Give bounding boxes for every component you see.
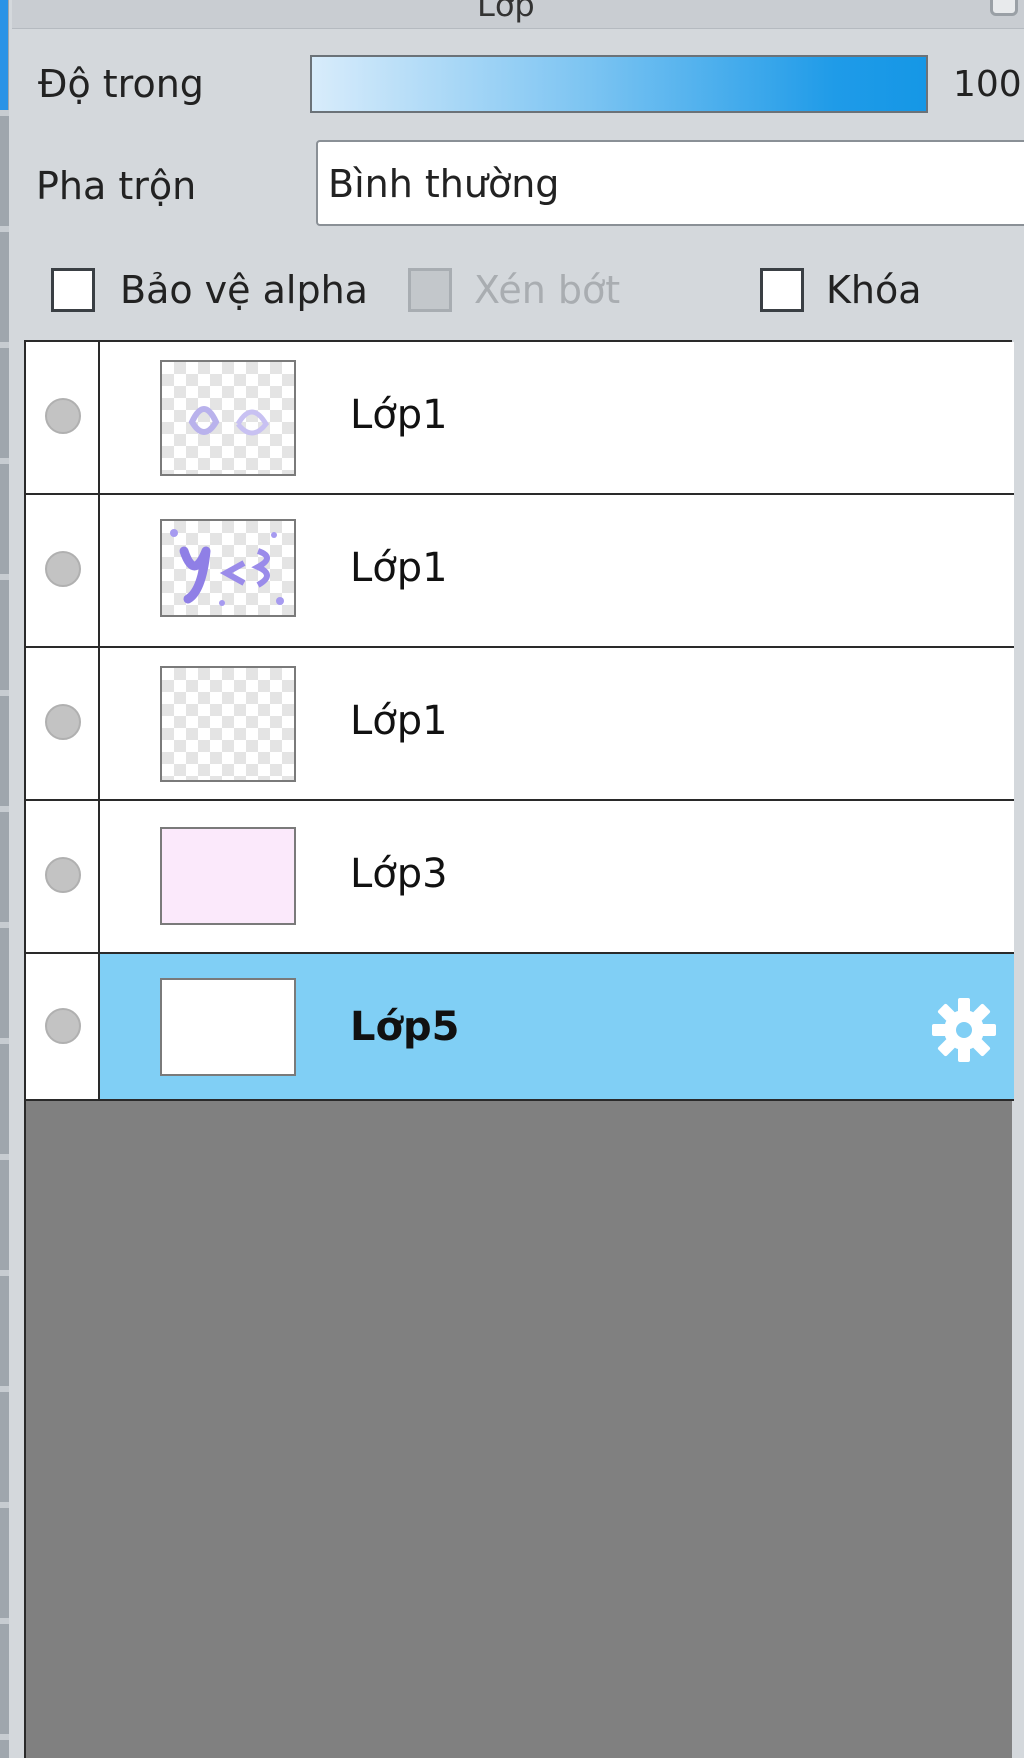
layer-thumbnail [160,519,296,617]
visibility-column[interactable] [26,954,100,1099]
panel-title-bar: Lớp [12,0,1024,29]
layer-thumbnail [160,827,296,925]
layer-thumbnail [160,978,296,1076]
layer-row-body[interactable]: Lớp1 [100,495,1014,646]
layer-name: Lớp1 [350,545,448,591]
visibility-dot-icon[interactable] [45,704,81,740]
visibility-dot-icon[interactable] [45,857,81,893]
blend-mode-select[interactable]: Bình thường [316,140,1024,226]
visibility-dot-icon[interactable] [45,1008,81,1044]
clipping-label: Xén bớt [474,268,621,312]
protect-alpha-checkbox[interactable] [51,268,95,312]
lock-checkbox[interactable] [760,268,804,312]
layer-row-selected[interactable]: Lớp5 [26,954,1014,1101]
visibility-dot-icon[interactable] [45,551,81,587]
layer-row-body[interactable]: Lớp3 [100,801,1014,952]
layer-row-body[interactable]: Lớp1 [100,342,1014,493]
layer-name: Lớp3 [350,851,448,897]
blend-mode-label: Pha trộn [36,164,197,208]
panel-menu-button[interactable] [990,0,1018,16]
visibility-column[interactable] [26,342,100,493]
visibility-column[interactable] [26,648,100,799]
layer-row[interactable]: Lớp3 [26,801,1014,954]
protect-alpha-label: Bảo vệ alpha [120,268,368,312]
layer-name: Lớp1 [350,392,448,438]
layer-row-body[interactable]: Lớp1 [100,648,1014,799]
layer-list[interactable]: Lớp1 Lớp1 Lớp1 Lớp3 Lớp5 [24,340,1014,1758]
thumbnail-art-icon [170,529,284,606]
lock-label: Khóa [826,268,922,312]
layer-row-body[interactable]: Lớp5 [100,954,1014,1099]
layer-row[interactable]: Lớp1 [26,495,1014,648]
thumbnail-art-icon [188,406,270,436]
blend-mode-value: Bình thường [328,162,560,206]
visibility-dot-icon[interactable] [45,398,81,434]
layer-name: Lớp5 [350,1004,460,1050]
panel-title: Lớp [477,0,535,24]
clipping-checkbox[interactable] [408,268,452,312]
layer-panel: Lớp Độ trong 100 Pha trộn Bình thường Bả… [0,0,1024,1758]
layer-thumbnail [160,666,296,782]
opacity-slider[interactable] [310,55,928,113]
layer-row[interactable]: Lớp1 [26,342,1014,495]
layer-thumbnail [160,360,296,476]
dock-edge-accent [0,0,8,110]
opacity-value: 100 [953,64,1022,105]
layer-row[interactable]: Lớp1 [26,648,1014,801]
dock-edge [0,0,9,1758]
layer-name: Lớp1 [350,698,448,744]
visibility-column[interactable] [26,801,100,952]
gear-icon[interactable] [930,996,998,1064]
opacity-label: Độ trong [38,62,204,106]
visibility-column[interactable] [26,495,100,646]
